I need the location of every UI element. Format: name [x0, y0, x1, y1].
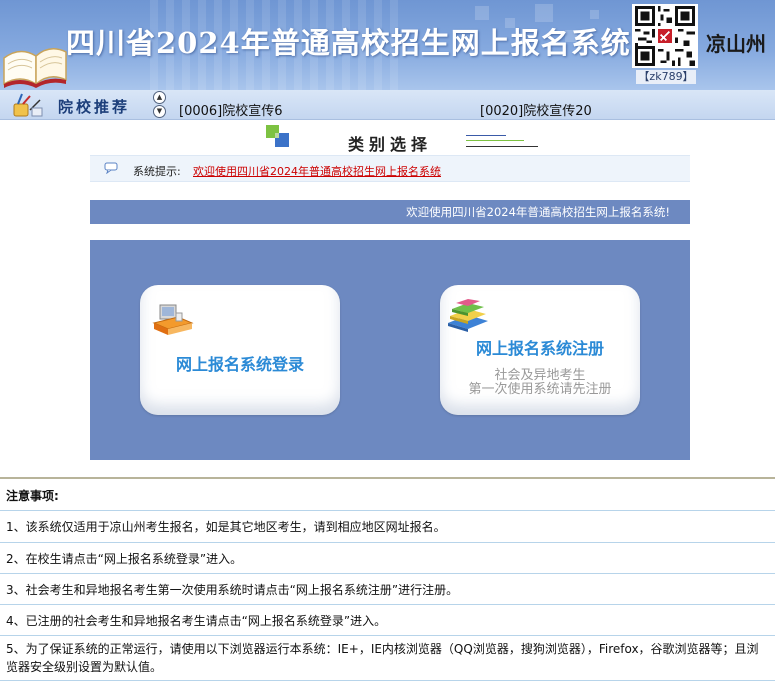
note-item: 5、为了保证系统的正常运行，请使用以下浏览器运行本系统：IE+，IE内核浏览器（… — [0, 636, 775, 681]
scroll-up-button[interactable]: ▲ — [153, 91, 166, 104]
note-item: 4、已注册的社会考生和异地报名考生请点击“网上报名系统登录”进入。 — [0, 605, 775, 636]
pencil-cup-icon — [13, 93, 43, 117]
recommend-link[interactable]: [0020]院校宣传20 — [480, 100, 592, 119]
note-item: 1、该系统仅适用于凉山州考生报名，如是其它地区考生，请到相应地区网址报名。 — [0, 511, 775, 543]
recommend-link[interactable]: [0006]院校宣传6 — [179, 100, 283, 119]
register-card-button[interactable]: 网上报名系统注册 社会及异地考生 第一次使用系统请先注册 — [440, 285, 640, 415]
tip-label: 系统提示: — [133, 165, 181, 178]
computer-icon — [152, 304, 194, 335]
qr-code-label: 【zk789】 — [636, 70, 696, 84]
category-title: 类别选择 — [348, 135, 433, 154]
region-name: 凉山州 — [706, 32, 766, 56]
choice-panel: 网上报名系统登录 网上报名系统注册 社会及异地考生 第一次使用系统请先注册 — [90, 240, 690, 460]
notes-section: 注意事项: 1、该系统仅适用于凉山州考生报名，如是其它地区考生，请到相应地区网址… — [0, 477, 775, 681]
register-subtitle: 第一次使用系统请先注册 — [468, 382, 612, 397]
login-title: 网上报名系统登录 — [175, 355, 304, 374]
scroll-arrows: ▲ ▼ — [153, 91, 167, 119]
open-book-icon — [3, 48, 67, 88]
login-card-button[interactable]: 网上报名系统登录 — [140, 285, 340, 415]
note-item: 2、在校生请点击“网上报名系统登录”进入。 — [0, 543, 775, 574]
speech-bubble-icon — [104, 162, 118, 174]
page-title: 四川省2024年普通高校招生网上报名系统 — [66, 26, 631, 60]
qr-code-icon — [632, 4, 698, 68]
register-subtitle: 社会及异地考生 — [494, 368, 586, 383]
recommend-label: 院校推荐 — [58, 98, 131, 116]
colored-squares-icon — [266, 125, 289, 147]
note-item: 3、社会考生和异地报名考生第一次使用系统时请点击“网上报名系统注册”进行注册。 — [0, 574, 775, 605]
title-underline-decoration — [466, 135, 538, 147]
welcome-strip: 欢迎使用四川省2024年普通高校招生网上报名系统! — [90, 200, 690, 224]
scroll-down-button[interactable]: ▼ — [153, 105, 166, 118]
notes-heading: 注意事项: — [0, 483, 775, 511]
tip-link[interactable]: 欢迎使用四川省2024年普通高校招生网上报名系统 — [193, 163, 441, 179]
stacked-books-icon — [448, 299, 488, 332]
register-title: 网上报名系统注册 — [475, 339, 604, 358]
system-tip: 系统提示: 欢迎使用四川省2024年普通高校招生网上报名系统 — [90, 155, 690, 182]
